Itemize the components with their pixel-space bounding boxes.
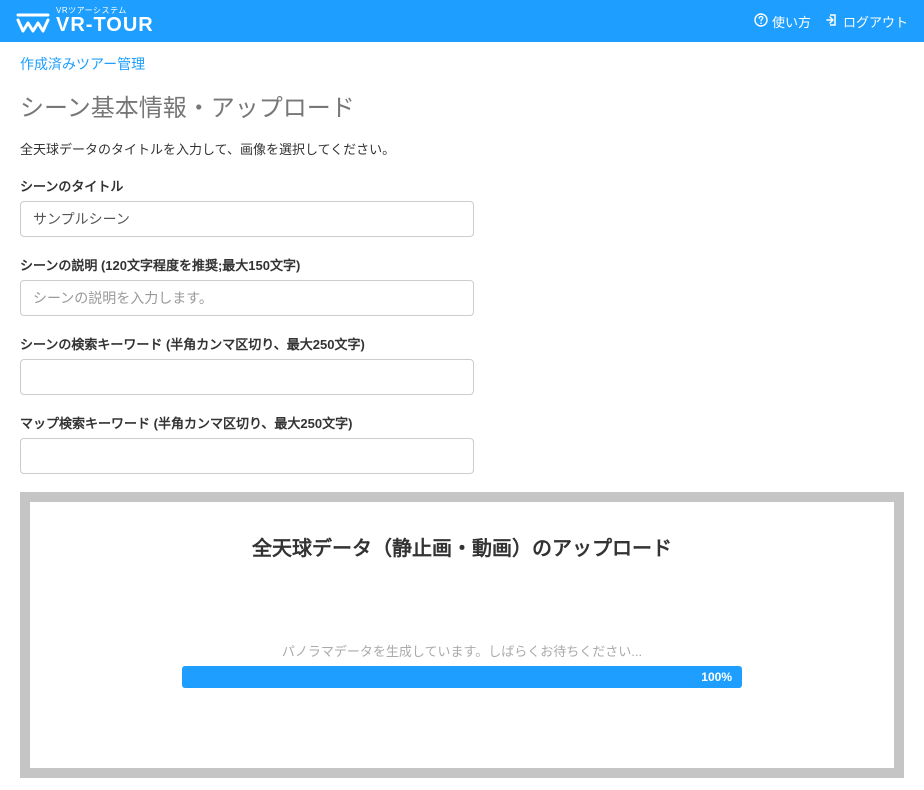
scene-keywords-label: シーンの検索キーワード (半角カンマ区切り、最大250文字) <box>20 334 904 353</box>
brand-logo[interactable]: VRツアーシステム VR-TOUR <box>16 7 154 35</box>
help-label: 使い方 <box>772 12 811 31</box>
scene-title-input[interactable] <box>20 201 474 237</box>
field-scene-title: シーンのタイトル <box>20 176 904 237</box>
page-title: シーン基本情報・アップロード <box>20 88 904 123</box>
scene-description-label: シーンの説明 (120文字程度を推奨;最大150文字) <box>20 255 904 274</box>
scene-title-label: シーンのタイトル <box>20 176 904 195</box>
help-link[interactable]: 使い方 <box>754 12 811 31</box>
top-bar: VRツアーシステム VR-TOUR 使い方 ログアウト <box>0 0 924 42</box>
brand-name: VR-TOUR <box>56 15 154 35</box>
field-scene-keywords: シーンの検索キーワード (半角カンマ区切り、最大250文字) <box>20 334 904 395</box>
content-area: 作成済みツアー管理 シーン基本情報・アップロード 全天球データのタイトルを入力し… <box>0 42 924 790</box>
instruction-text: 全天球データのタイトルを入力して、画像を選択してください。 <box>20 139 904 158</box>
top-actions: 使い方 ログアウト <box>754 12 908 31</box>
brand-glyph-icon <box>16 13 50 35</box>
progress-percent: 100% <box>701 670 732 684</box>
field-scene-description: シーンの説明 (120文字程度を推奨;最大150文字) <box>20 255 904 316</box>
progress-message: パノラマデータを生成しています。しばらくお待ちください... <box>182 641 742 660</box>
map-keywords-input[interactable] <box>20 438 474 474</box>
help-icon <box>754 13 768 30</box>
scene-keywords-input[interactable] <box>20 359 474 395</box>
breadcrumb[interactable]: 作成済みツアー管理 <box>20 54 145 74</box>
logout-label: ログアウト <box>843 12 908 31</box>
logout-link[interactable]: ログアウト <box>825 12 908 31</box>
field-map-keywords: マップ検索キーワード (半角カンマ区切り、最大250文字) <box>20 413 904 474</box>
progress-bar: 100% <box>182 666 742 688</box>
progress-container: パノラマデータを生成しています。しばらくお待ちください... 100% <box>182 641 742 688</box>
scene-description-input[interactable] <box>20 280 474 316</box>
upload-panel: 全天球データ（静止画・動画）のアップロード パノラマデータを生成しています。しば… <box>20 492 904 778</box>
logout-icon <box>825 13 839 30</box>
upload-title: 全天球データ（静止画・動画）のアップロード <box>50 532 874 561</box>
map-keywords-label: マップ検索キーワード (半角カンマ区切り、最大250文字) <box>20 413 904 432</box>
